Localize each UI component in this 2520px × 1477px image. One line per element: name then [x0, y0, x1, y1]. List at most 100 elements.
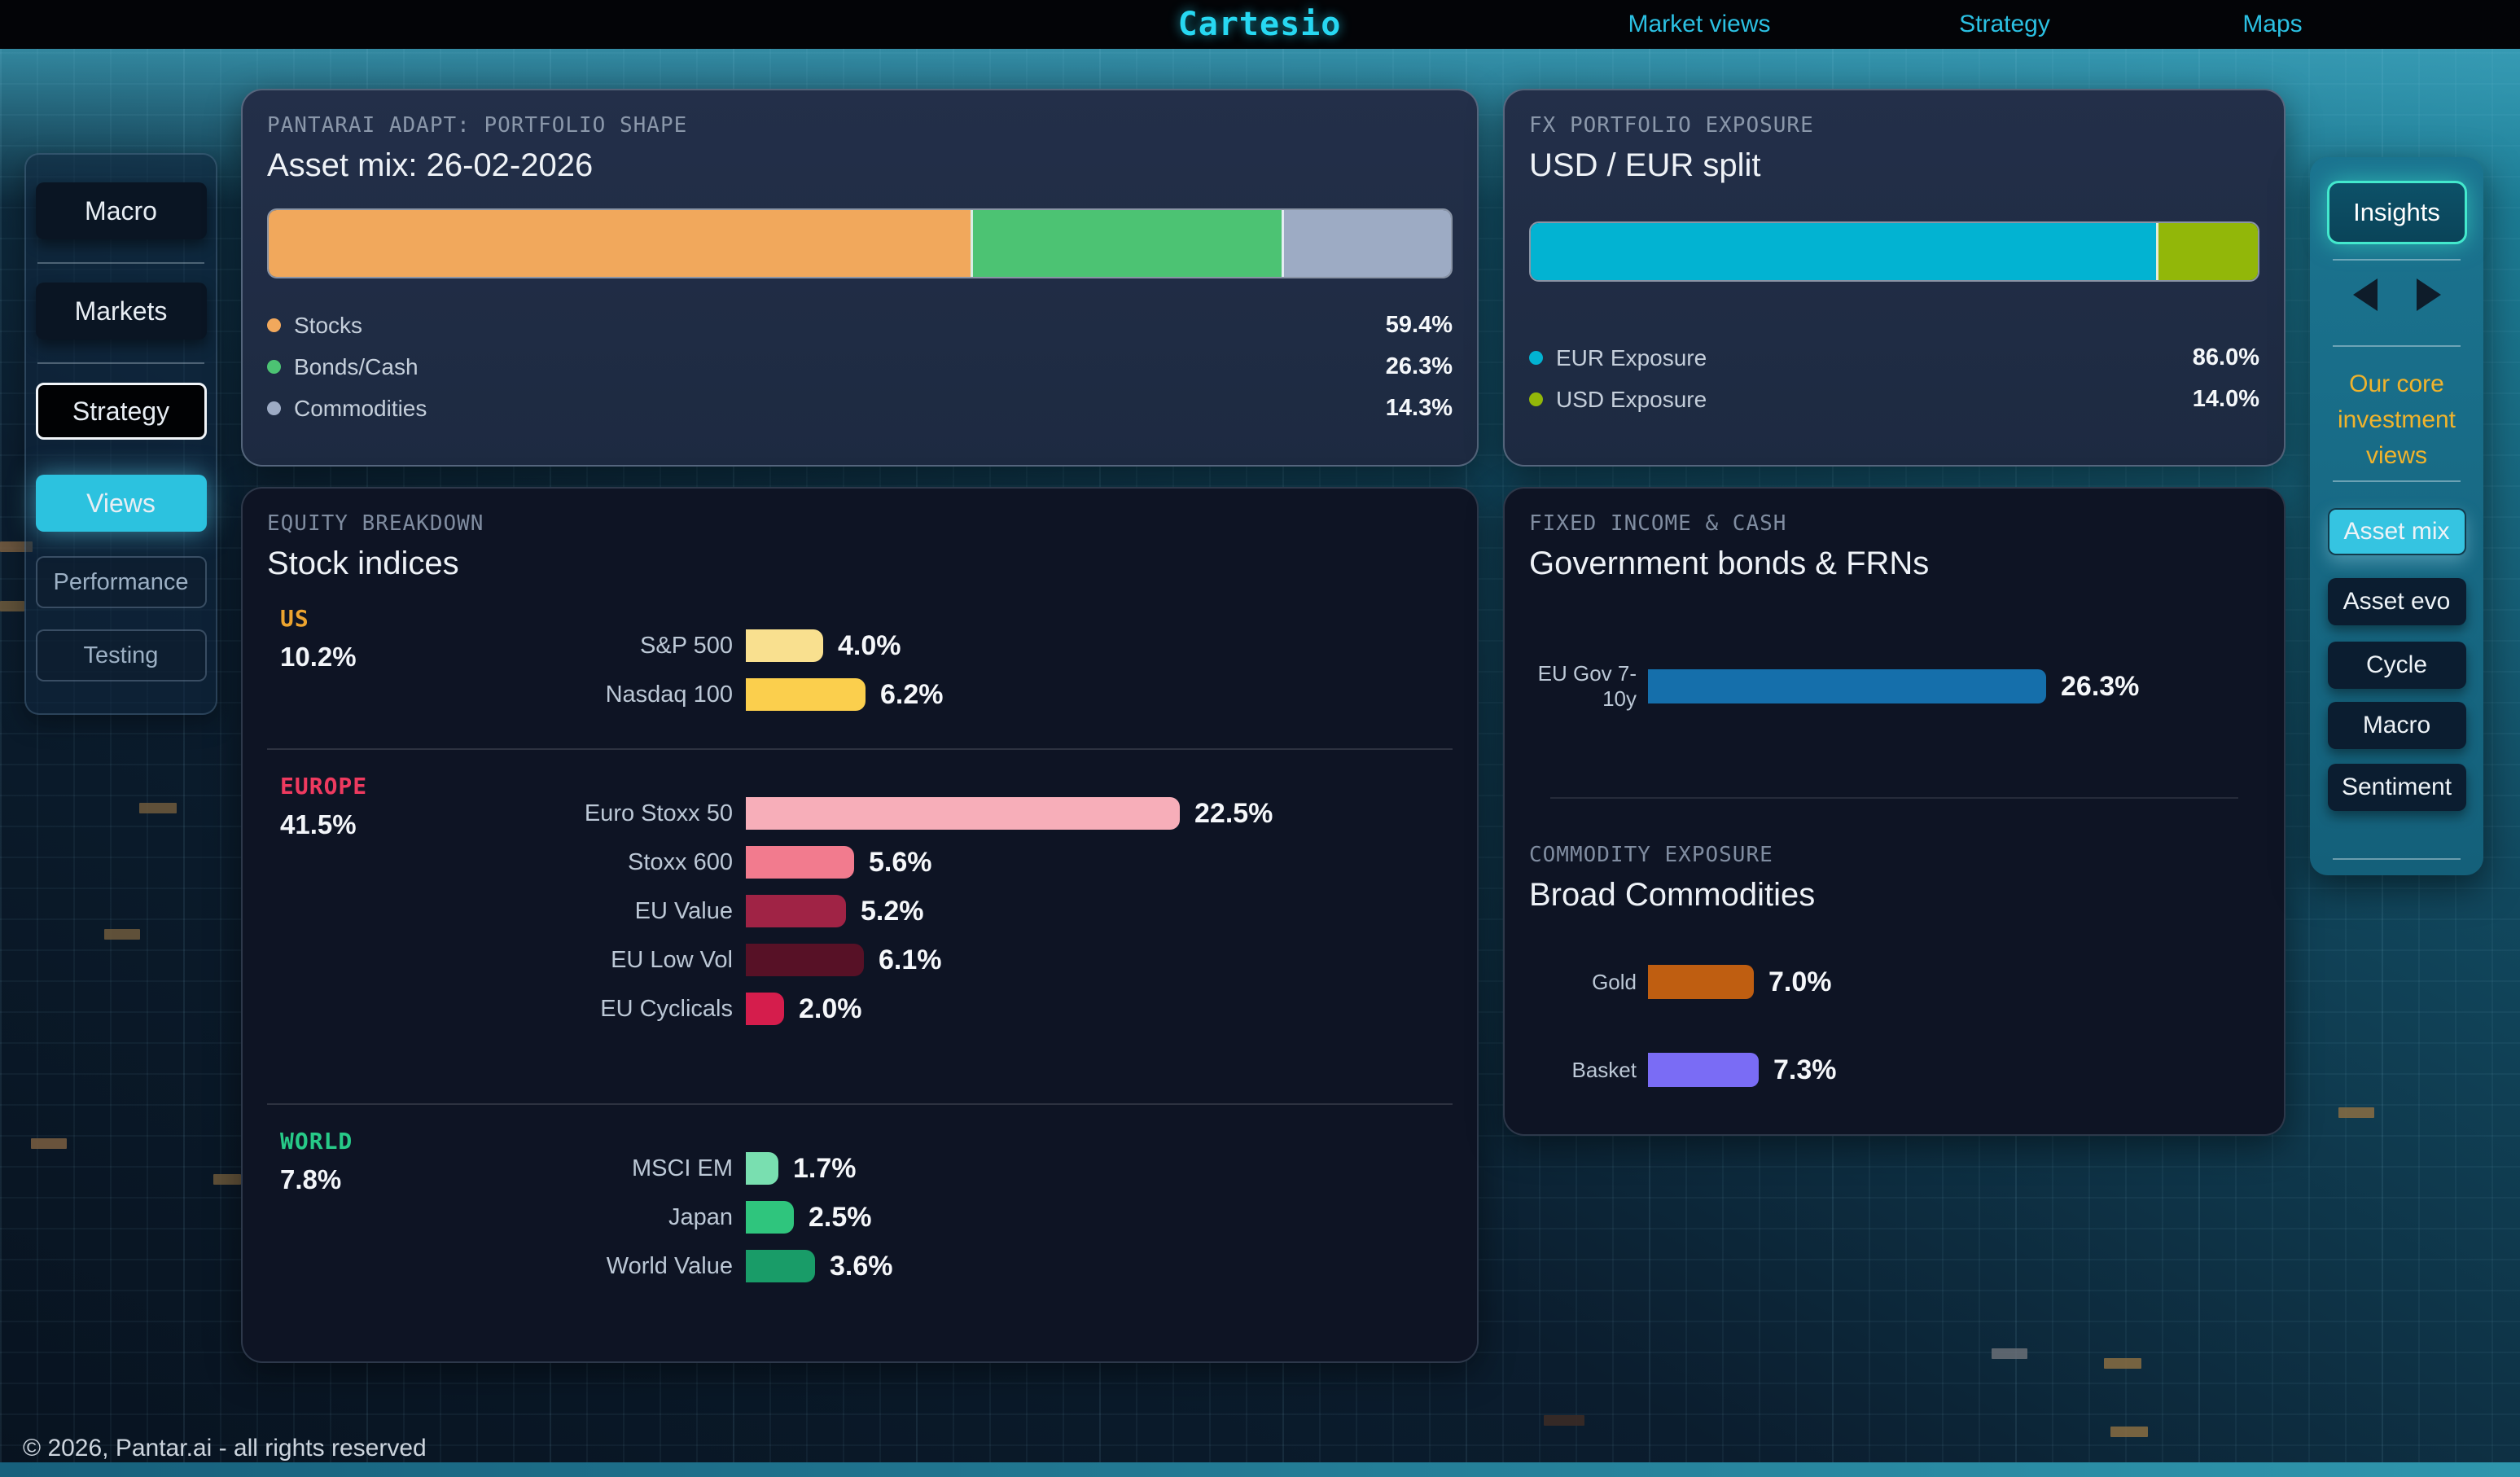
nav-link-market-views[interactable]: Market views	[1628, 11, 1770, 38]
stacked-bar-segment	[971, 210, 1282, 277]
nav-link-strategy[interactable]: Strategy	[1959, 11, 2050, 38]
sidebar-divider	[2333, 259, 2461, 261]
right-sidebar: Insights Our core investment views Asset…	[2310, 157, 2483, 875]
stacked-bar-segment	[1282, 210, 1451, 277]
left-sidebar: Macro Markets Strategy Views Performance…	[24, 153, 217, 715]
equity-row: Stoxx 600 5.6%	[267, 838, 1453, 887]
next-arrow-icon[interactable]	[2417, 278, 2441, 311]
legend-value: 14.0%	[2193, 386, 2259, 413]
sidebar-item-macro[interactable]: Macro	[36, 182, 207, 239]
bar-value: 6.1%	[879, 944, 942, 976]
panel-kicker: FX PORTFOLIO EXPOSURE	[1529, 113, 2259, 138]
fx-legend: EUR Exposure 86.0% USD Exposure 14.0%	[1529, 337, 2259, 420]
background-dash	[139, 803, 177, 813]
legend-dot-icon	[267, 360, 281, 374]
bar	[746, 678, 866, 711]
equity-group: WORLD 7.8% MSCI EM 1.7% Japan 2.5%	[267, 1103, 1453, 1320]
app-logo[interactable]: Cartesio	[1178, 6, 1342, 43]
panel-title: Government bonds & FRNs	[1529, 546, 2259, 582]
bar-value: 2.0%	[799, 993, 862, 1025]
asset-mix-panel: PANTARAI ADAPT: PORTFOLIO SHAPE Asset mi…	[241, 89, 1479, 467]
equity-group: US 10.2% S&P 500 4.0% Nasdaq 100 6.2%	[267, 582, 1453, 748]
commodity-rows: Gold 7.0% Basket 7.3%	[1529, 956, 2259, 1096]
legend-label: USD Exposure	[1556, 387, 1707, 413]
stacked-bar-segment	[2156, 223, 2258, 280]
commodity-row: Gold 7.0%	[1529, 956, 2259, 1008]
view-button-asset-evo[interactable]: Asset evo	[2328, 578, 2466, 625]
insights-button[interactable]: Insights	[2327, 181, 2467, 244]
legend-value: 59.4%	[1386, 312, 1453, 339]
background-dash	[2110, 1427, 2148, 1437]
equity-group-name: EUROPE	[280, 773, 367, 800]
view-button-sentiment[interactable]: Sentiment	[2328, 764, 2466, 811]
sidebar-divider	[2333, 858, 2461, 860]
legend-label: Bonds/Cash	[294, 354, 419, 380]
bar	[746, 993, 784, 1025]
bar-value: 7.3%	[1773, 1054, 1837, 1086]
sidebar-item-testing[interactable]: Testing	[36, 629, 207, 682]
sidebar-divider	[37, 362, 204, 364]
legend-dot-icon	[267, 318, 281, 332]
legend-dot-icon	[267, 401, 281, 415]
core-views-note: Our core investment views	[2310, 366, 2483, 474]
legend-dot-icon	[1529, 351, 1543, 365]
equity-group: EUROPE 41.5% Euro Stoxx 50 22.5% Stoxx 6…	[267, 748, 1453, 1103]
panel-title: Stock indices	[267, 546, 1453, 582]
legend-row: Bonds/Cash 26.3%	[267, 346, 1453, 388]
equity-row: Euro Stoxx 50 22.5%	[267, 789, 1453, 838]
bar	[1648, 965, 1754, 999]
sidebar-divider	[2333, 480, 2461, 482]
bar-value: 26.3%	[2061, 671, 2139, 703]
bar-label: EU Low Vol	[267, 947, 746, 974]
background-dash	[213, 1174, 241, 1185]
sidebar-item-markets[interactable]: Markets	[36, 283, 207, 340]
panel-kicker: COMMODITY EXPOSURE	[1529, 843, 2259, 867]
panel-kicker: FIXED INCOME & CASH	[1529, 511, 2259, 536]
panel-title: Broad Commodities	[1529, 877, 2259, 914]
background-dash	[2104, 1358, 2141, 1369]
equity-group-name: WORLD	[280, 1128, 353, 1155]
equity-group-total: 7.8%	[280, 1164, 353, 1195]
view-button-macro[interactable]: Macro	[2328, 702, 2466, 749]
legend-row: Stocks 59.4%	[267, 305, 1453, 346]
sidebar-item-performance[interactable]: Performance	[36, 556, 207, 608]
sidebar-item-strategy[interactable]: Strategy	[36, 383, 207, 440]
equity-rows: Euro Stoxx 50 22.5% Stoxx 600 5.6% EU Va…	[267, 789, 1453, 1033]
bar	[746, 895, 846, 927]
bar	[1648, 1053, 1759, 1087]
bar-label: Stoxx 600	[267, 849, 746, 876]
bar	[1648, 669, 2046, 703]
equity-row: EU Low Vol 6.1%	[267, 936, 1453, 984]
nav-link-maps[interactable]: Maps	[2242, 11, 2302, 38]
legend-dot-icon	[1529, 392, 1543, 406]
equity-rows: MSCI EM 1.7% Japan 2.5% World Value 3.6%	[267, 1144, 1453, 1291]
equity-row: EU Value 5.2%	[267, 887, 1453, 936]
panel-kicker: PANTARAI ADAPT: PORTFOLIO SHAPE	[267, 113, 1453, 138]
bar	[746, 1201, 794, 1234]
bar-value: 4.0%	[838, 630, 901, 662]
bar-label: EU Cyclicals	[267, 996, 746, 1023]
background-dash	[104, 929, 140, 940]
copyright-text: © 2026, Pantar.ai - all rights reserved	[23, 1435, 427, 1462]
prev-arrow-icon[interactable]	[2353, 278, 2378, 311]
sidebar-item-views[interactable]: Views	[36, 475, 207, 532]
bar-value: 5.6%	[869, 847, 932, 879]
view-button-cycle[interactable]: Cycle	[2328, 642, 2466, 689]
background-dash	[31, 1138, 67, 1149]
equity-group-info: US 10.2%	[280, 605, 357, 673]
equity-row: S&P 500 4.0%	[267, 621, 1453, 670]
legend-label: Stocks	[294, 313, 362, 339]
view-button-asset-mix[interactable]: Asset mix	[2328, 508, 2466, 555]
equity-row: World Value 3.6%	[267, 1242, 1453, 1291]
background-dash	[1992, 1348, 2027, 1359]
fixed-income-rows: EU Gov 7-10y 26.3%	[1529, 660, 2259, 712]
background-dash	[1544, 1415, 1584, 1426]
bar-value: 1.7%	[793, 1153, 857, 1185]
panel-kicker: EQUITY BREAKDOWN	[267, 511, 1453, 536]
equity-row: EU Cyclicals 2.0%	[267, 984, 1453, 1033]
stacked-bar-segment	[1531, 223, 2156, 280]
bond-row: EU Gov 7-10y 26.3%	[1529, 660, 2259, 712]
background-dash	[2338, 1107, 2374, 1118]
equity-group-info: WORLD 7.8%	[280, 1128, 353, 1195]
fx-exposure-panel: FX PORTFOLIO EXPOSURE USD / EUR split EU…	[1503, 89, 2286, 467]
